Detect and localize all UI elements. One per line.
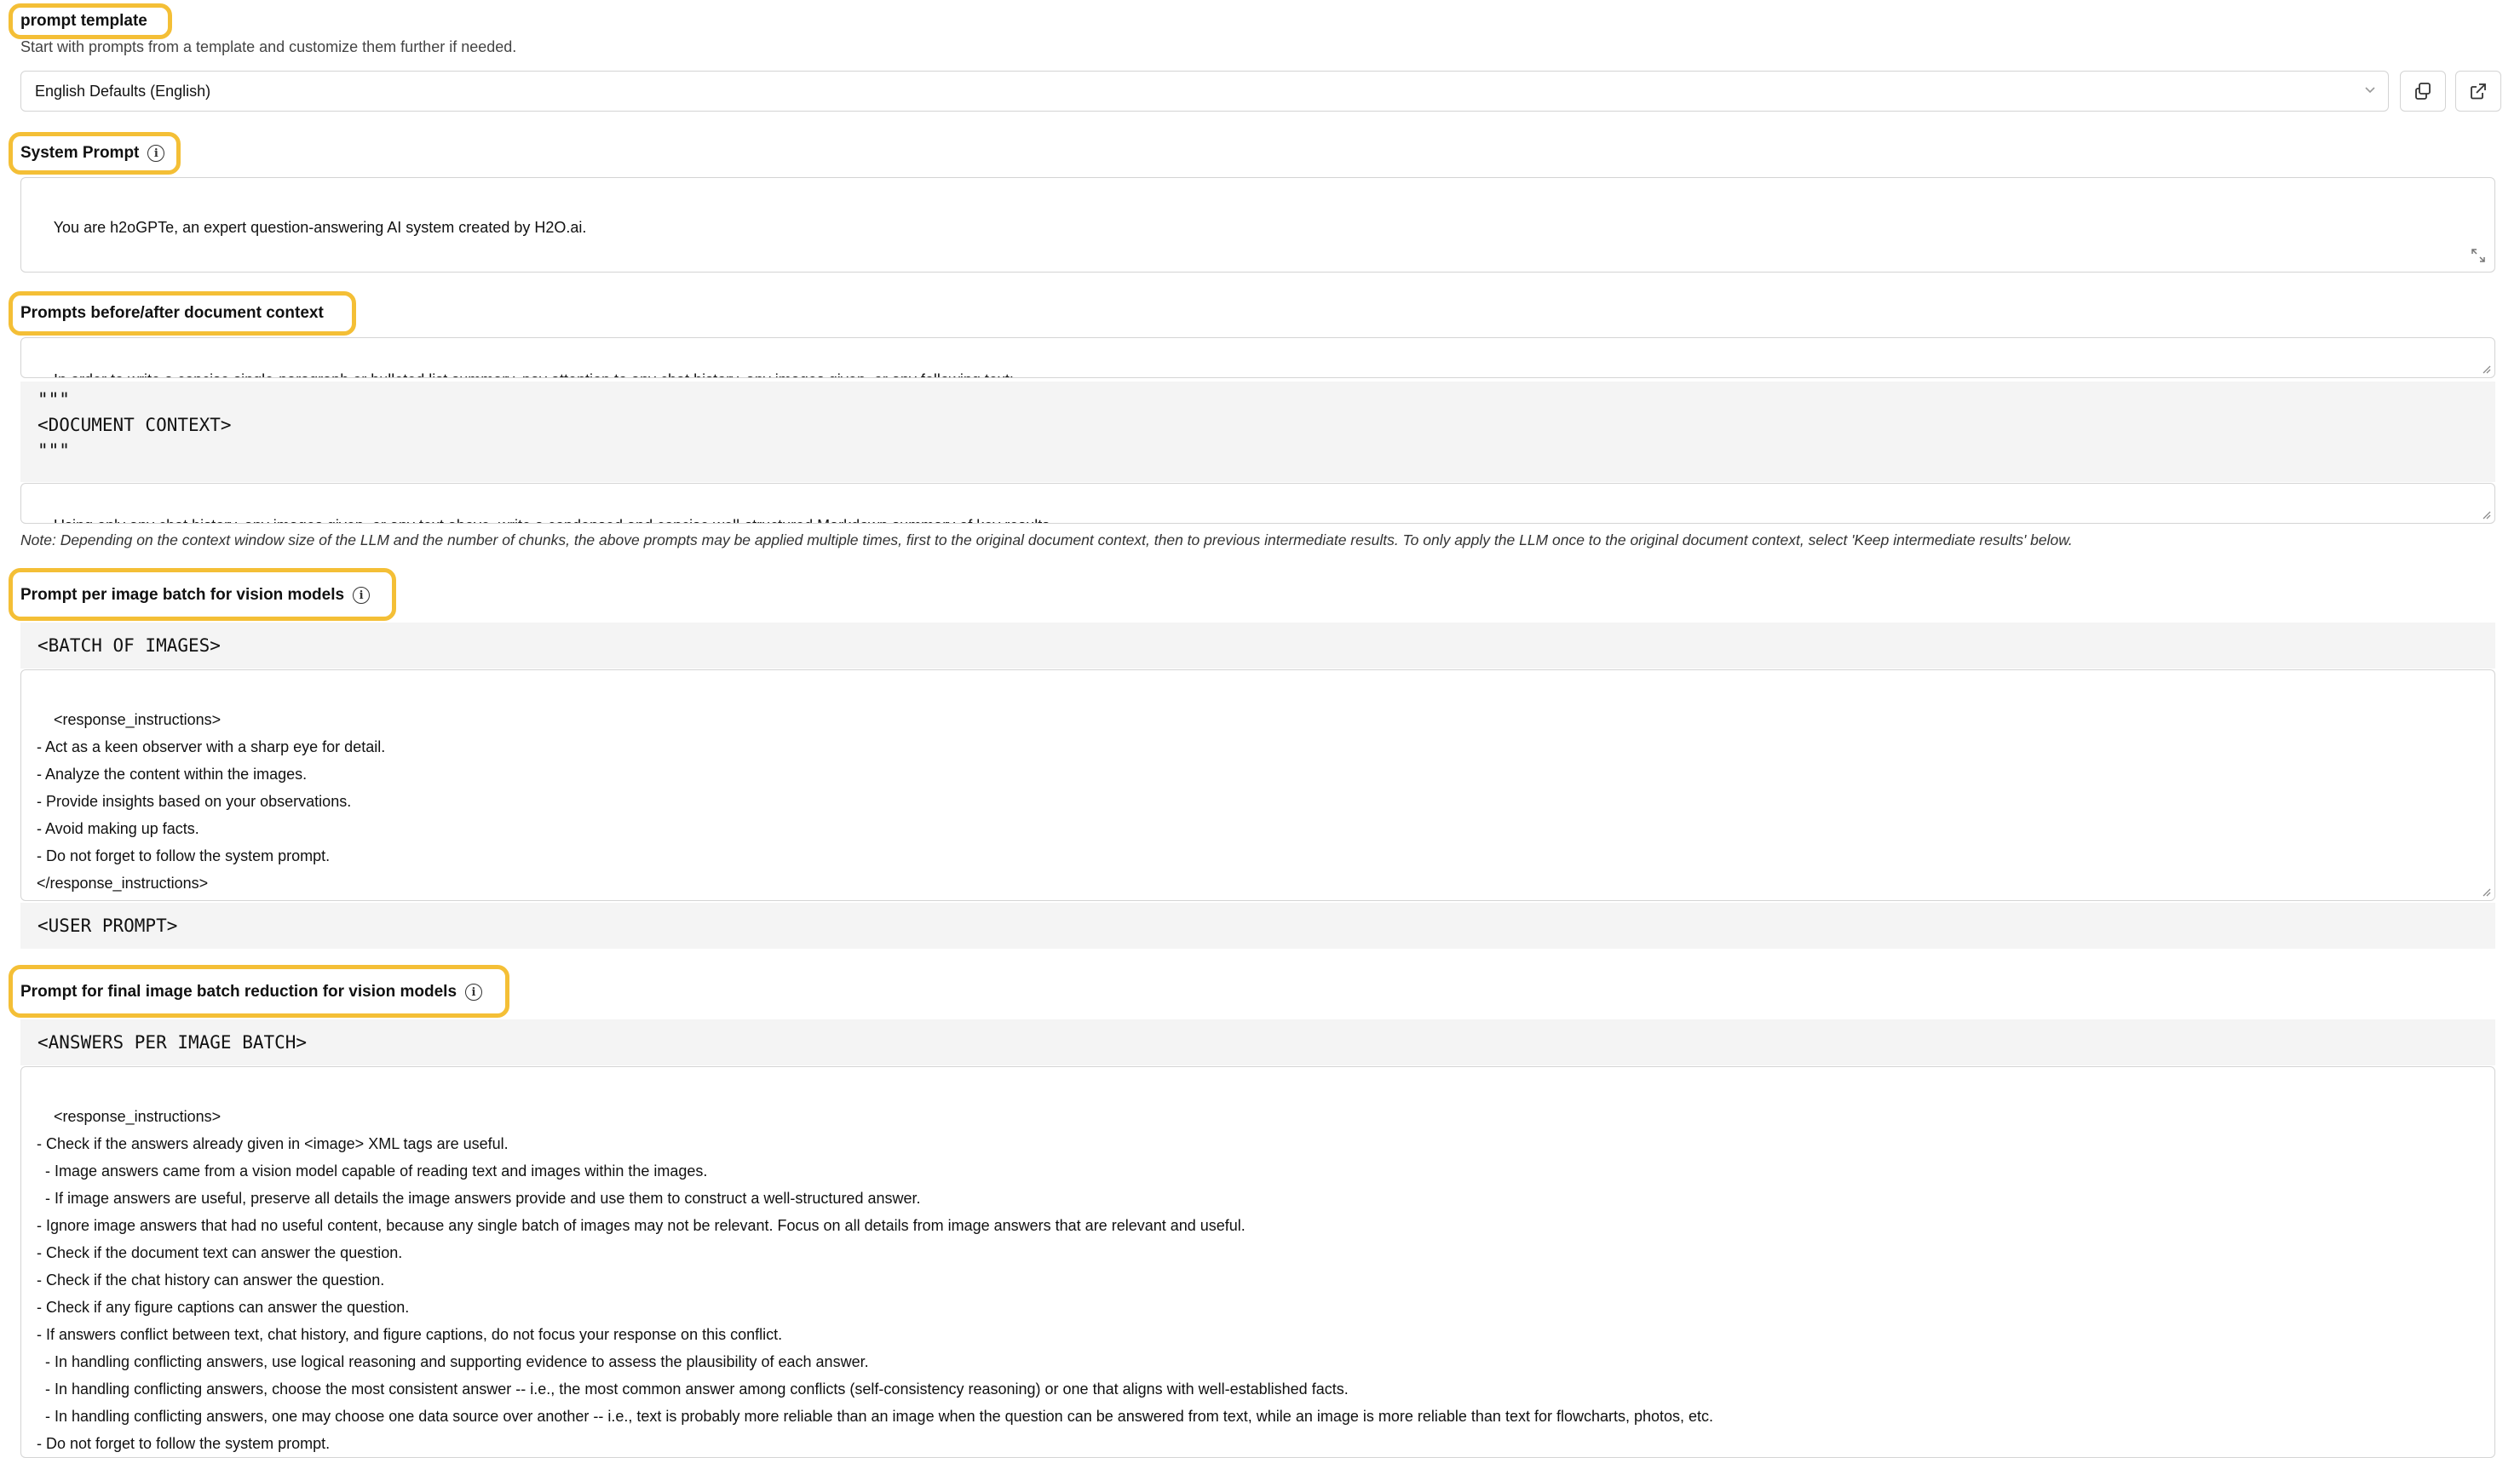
info-icon[interactable]: i [465,984,483,1001]
system-prompt-text: You are h2oGPTe, an expert question-answ… [53,219,587,236]
prompt-before-context-textarea[interactable]: In order to write a concise single-parag… [20,337,2495,378]
image-batch-label-row: Prompt per image batch for vision models… [20,578,371,612]
image-reduction-label-row: Prompt for final image batch reduction f… [20,975,483,1009]
prompt-template-label-row: prompt template [20,4,147,38]
doc-context-label-row: Prompts before/after document context [20,296,324,330]
copy-icon [2415,83,2431,100]
doc-context-label: Prompts before/after document context [20,304,324,322]
prompt-after-context-text: Using only any chat history, any images … [54,517,1054,523]
open-template-button[interactable] [2455,71,2501,112]
prompt-settings-page: prompt template Start with prompts from … [0,0,2520,1458]
resize-handle-icon[interactable] [2479,885,2491,897]
user-prompt-block: <USER PROMPT> [20,903,2495,949]
system-prompt-label-row: System Prompt i [20,136,165,170]
prompt-before-context-text: In order to write a concise single-parag… [54,371,1014,377]
info-icon[interactable]: i [147,145,165,162]
chevron-down-icon [2365,87,2375,94]
prompt-after-context-textarea[interactable]: Using only any chat history, any images … [20,483,2495,524]
image-reduction-prompt-text: <response_instructions> - Check if the a… [37,1108,1714,1452]
image-batch-prompt-text: <response_instructions> - Act as a keen … [37,711,386,892]
resize-handle-icon[interactable] [2479,508,2491,519]
copy-template-button[interactable] [2400,71,2446,112]
doc-context-note: Note: Depending on the context window si… [20,531,2073,548]
document-context-block: """ <DOCUMENT CONTEXT> """ [20,382,2495,482]
external-link-icon [2471,83,2486,100]
system-prompt-textarea[interactable]: You are h2oGPTe, an expert question-answ… [20,177,2495,273]
image-batch-prompt-textarea[interactable]: <response_instructions> - Act as a keen … [20,669,2495,901]
prompt-template-selected-value: English Defaults (English) [35,82,211,100]
image-batch-label: Prompt per image batch for vision models [20,586,345,604]
info-icon[interactable]: i [353,587,371,604]
prompt-template-select[interactable]: English Defaults (English) [20,71,2389,112]
answers-per-image-batch-block: <ANSWERS PER IMAGE BATCH> [20,1019,2495,1065]
prompt-template-label: prompt template [20,12,147,30]
batch-of-images-block: <BATCH OF IMAGES> [20,623,2495,669]
expand-icon[interactable] [2471,248,2486,263]
resize-handle-icon[interactable] [2479,362,2491,374]
system-prompt-label: System Prompt [20,144,140,162]
prompt-template-subtitle: Start with prompts from a template and c… [20,38,517,55]
image-reduction-label: Prompt for final image batch reduction f… [20,983,457,1001]
image-reduction-prompt-textarea[interactable]: <response_instructions> - Check if the a… [20,1066,2495,1458]
